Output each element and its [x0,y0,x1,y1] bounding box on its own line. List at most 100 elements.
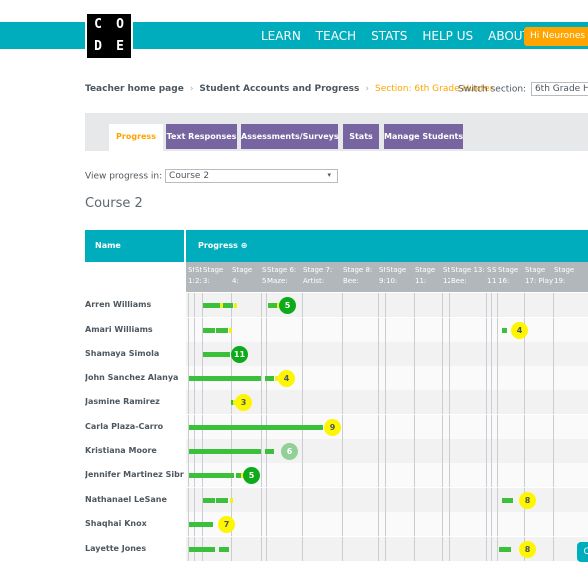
student-name-link[interactable]: Jasmine Ramirez [85,390,184,414]
stage-header[interactable]: Stage 7: Artist: [303,265,342,287]
progress-bar-segment[interactable] [502,328,507,333]
stage-header[interactable]: St 14: [487,265,491,287]
student-name-link[interactable]: Shamaya Simola [85,342,184,366]
stage-header[interactable]: St 12: [443,265,450,287]
progress-column-header[interactable]: Progress ⊕ [186,230,588,262]
stage-header-line2: 3: [203,277,210,285]
stage-divider [378,366,379,390]
current-stage-bubble[interactable]: 7 [218,516,235,533]
progress-bar-segment[interactable] [216,328,228,333]
student-name-link[interactable]: Nathanael LeSane [85,488,184,512]
progress-bar-segment[interactable] [189,425,323,430]
stage-header[interactable]: St 2: [195,265,202,287]
stage-header-line2: 16: [498,277,510,285]
stage-header[interactable]: St 5: [262,265,266,287]
nav-stats[interactable]: STATS [371,29,407,43]
progress-bar-segment[interactable] [268,303,277,308]
progress-bar-segment[interactable] [502,498,513,503]
stage-header[interactable]: Stage 4: [232,265,261,287]
nav-teach[interactable]: TEACH [316,29,356,43]
current-stage-bubble[interactable]: 8 [519,541,536,558]
attempted-marker[interactable] [220,303,223,308]
current-stage-bubble[interactable]: 4 [278,370,295,387]
progress-bar-segment[interactable] [203,498,215,503]
tab-assessments-surveys[interactable]: Assessments/Surveys [241,124,339,149]
student-name-link[interactable]: Shaqhai Knox [85,512,184,536]
user-menu-button[interactable]: Hi Neurones ▼ [524,27,588,46]
stage-header[interactable]: Stage 17: Play [525,265,553,287]
student-name-link[interactable]: Carla Plaza-Carro [85,415,184,439]
attempted-marker[interactable] [230,498,233,503]
stage-divider [491,537,492,561]
student-name-link[interactable]: John Sanchez Alanya [85,366,184,390]
progress-bar-segment[interactable] [189,449,261,454]
progress-bar-segment[interactable] [203,303,220,308]
help-chat-button[interactable]: Q [577,542,588,562]
tab-progress[interactable]: Progress [109,124,163,151]
table-row: Nathanael LeSane 8 [85,488,588,512]
stage-header[interactable]: Stage 16: [498,265,524,287]
stage-header[interactable]: Stage 19: [554,265,587,287]
stage-divider [524,415,525,439]
stage-divider [302,488,303,512]
progress-bar-segment[interactable] [189,547,215,552]
stage-header[interactable]: Stage 13: Bee: [451,265,486,287]
stage-divider [491,415,492,439]
nav-learn[interactable]: LEARN [261,29,301,43]
stage-divider [194,318,195,342]
current-stage-bubble[interactable]: 5 [279,297,296,314]
progress-bar-segment[interactable] [203,352,230,357]
stage-divider [342,463,343,487]
progress-bar-segment[interactable] [189,376,261,381]
stage-divider [497,537,498,561]
stage-divider [497,488,498,512]
current-stage-bubble[interactable]: 8 [519,492,536,509]
progress-bar-segment[interactable] [189,522,213,527]
student-name-link[interactable]: Kristiana Moore [85,439,184,463]
stage-header[interactable]: St 9: [379,265,385,287]
breadcrumb-home[interactable]: Teacher home page [85,84,184,94]
progress-bar-segment[interactable] [499,547,511,552]
name-column-header[interactable]: Name [85,230,184,262]
logo-letter: O [109,14,131,36]
stage-divider [414,512,415,536]
tab-text-responses[interactable]: Text Responses [166,124,237,149]
stage-header[interactable]: Stage 11: [415,265,442,287]
student-name-link[interactable]: Arren Williams [85,293,184,317]
progress-bar-segment[interactable] [265,449,274,454]
student-name-link[interactable]: Jennifer Martinez Sibrian [85,463,184,487]
student-name-link[interactable]: Layette Jones [85,537,184,561]
progress-bar-segment[interactable] [203,328,215,333]
code-org-logo[interactable]: C O D E [85,12,133,60]
current-stage-bubble[interactable]: 3 [235,394,252,411]
table-row: Shaqhai Knox 7 [85,512,588,536]
progress-bar-segment[interactable] [216,498,228,503]
current-stage-bubble[interactable]: 9 [324,419,341,436]
progress-bar-segment[interactable] [219,547,229,552]
stage-divider [449,415,450,439]
course-select[interactable]: Course 2 ▾ [165,169,339,183]
stage-divider [342,488,343,512]
stage-header[interactable]: Stage 6: Maze: [267,265,302,287]
progress-bar-segment[interactable] [265,376,274,381]
tab-stats[interactable]: Stats [343,124,379,149]
attempted-marker[interactable] [229,328,232,333]
switch-section-select[interactable]: 6th Grade Hunter ▾ [530,82,588,96]
current-stage-bubble[interactable]: 5 [243,467,260,484]
tab-manage-students[interactable]: Manage Students [384,124,463,149]
stage-header[interactable]: Stage 10: [386,265,414,287]
stage-header[interactable]: Stage 8: Bee: [343,265,378,287]
stage-header[interactable]: St 1: [188,265,194,287]
progress-bar-segment[interactable] [189,473,234,478]
attempted-marker[interactable] [234,303,237,308]
stage-divider [266,463,267,487]
current-stage-bubble[interactable]: 4 [511,322,528,339]
stage-divider [266,488,267,512]
student-name-link[interactable]: Amari Williams [85,318,184,342]
nav-help-us[interactable]: HELP US [422,29,473,43]
stage-header[interactable]: St 15: [492,265,497,287]
stage-header[interactable]: Stage 3: [203,265,231,287]
current-stage-bubble[interactable]: 11 [231,346,248,363]
current-stage-bubble[interactable]: 6 [281,443,298,460]
breadcrumb-accounts[interactable]: Student Accounts and Progress [199,84,359,94]
